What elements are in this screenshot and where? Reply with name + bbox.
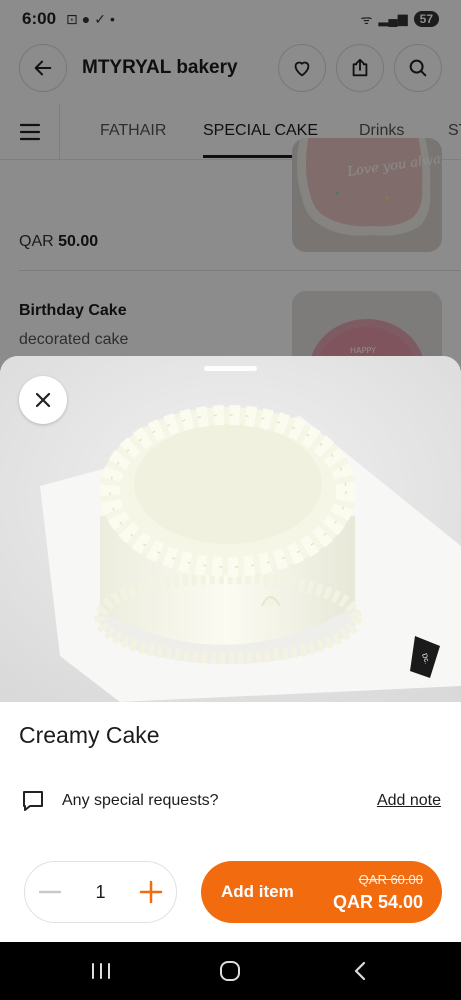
- product-sheet: Dc. Creamy Cake Any special requests? Ad…: [0, 356, 461, 942]
- recent-apps-icon: [92, 963, 110, 979]
- system-navigation-bar: [0, 942, 461, 1000]
- special-requests-label: Any special requests?: [62, 792, 219, 809]
- home-icon: [220, 961, 240, 981]
- add-item-button[interactable]: Add item QAR 60.00 QAR 54.00: [201, 861, 442, 923]
- plus-icon: [139, 880, 163, 904]
- special-requests-row[interactable]: Any special requests? Add note: [20, 786, 441, 816]
- quantity-value: 1: [95, 881, 106, 902]
- home-button[interactable]: [210, 956, 250, 986]
- close-button[interactable]: [19, 376, 67, 424]
- add-item-label: Add item: [221, 882, 294, 901]
- increase-quantity-button[interactable]: [126, 862, 176, 922]
- discounted-price: QAR 54.00: [332, 892, 423, 912]
- back-nav-button[interactable]: [340, 956, 380, 986]
- product-name: Creamy Cake: [19, 722, 160, 748]
- minus-icon: [39, 890, 61, 894]
- chat-bubble-icon: [23, 791, 43, 811]
- cake-photo: Dc.: [0, 356, 461, 702]
- original-price: QAR 60.00: [358, 872, 423, 887]
- decrease-quantity-button[interactable]: [25, 862, 75, 922]
- add-note-link[interactable]: Add note: [377, 792, 441, 810]
- close-icon: [35, 392, 51, 408]
- back-chevron-icon: [354, 961, 366, 981]
- recent-apps-button[interactable]: [81, 956, 121, 986]
- quantity-stepper: 1: [24, 861, 177, 923]
- sheet-drag-handle[interactable]: [204, 366, 257, 371]
